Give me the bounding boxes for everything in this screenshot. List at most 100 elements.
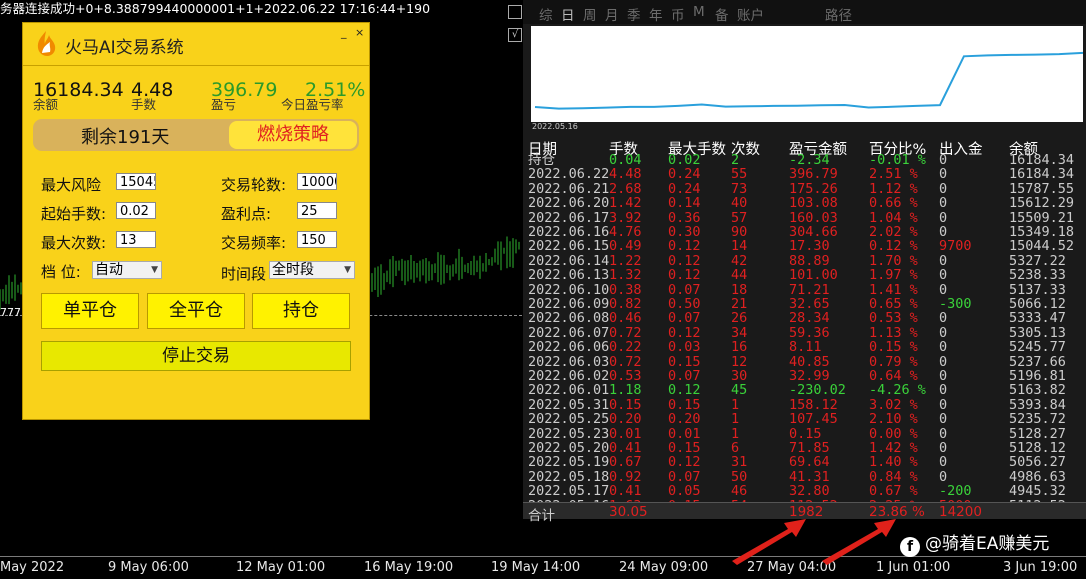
cell-max: 0.24 xyxy=(668,166,701,183)
cell-pct: 1.40 % xyxy=(869,454,918,471)
report-panel: 综 日 周 月 季 年 币 M 备 账户 路径 2022.05.16 日期 手数… xyxy=(523,0,1086,524)
strategy-button[interactable]: 燃烧策略 xyxy=(229,121,357,149)
max-times-input[interactable]: 13 xyxy=(116,231,156,248)
cell-pnl: -2.34 xyxy=(789,152,830,168)
cell-pct: 1.42 % xyxy=(869,440,918,456)
profit-rate-label: 今日盈亏率 xyxy=(281,97,344,112)
cell-times: 26 xyxy=(731,310,748,327)
tab-day[interactable]: 日 xyxy=(561,4,575,24)
cell-date: 2022.05.20 xyxy=(528,440,610,456)
cell-bal: 5235.72 xyxy=(1009,411,1066,428)
cell-io: -200 xyxy=(939,483,972,500)
cell-bal: 16184.34 xyxy=(1009,152,1075,168)
cell-date: 2022.06.02 xyxy=(528,368,610,384)
frequency-input[interactable]: 150 xyxy=(297,231,337,248)
cell-pnl: 160.03 xyxy=(789,209,838,226)
cell-bal: 15612.29 xyxy=(1009,195,1075,212)
report-row: 2022.05.18 0.92 0.07 50 41.31 0.84 % 0 4986.63 xyxy=(523,470,1086,484)
tab-account[interactable]: 账户 xyxy=(737,4,764,24)
period-select[interactable]: 全时段 ▼ xyxy=(269,261,355,279)
cell-date: 2022.05.23 xyxy=(528,425,610,442)
license-strategy-bar: 剩余191天 燃烧策略 xyxy=(33,119,359,151)
checkmark-icon[interactable]: √ xyxy=(508,28,522,42)
gear-select[interactable]: 自动 ▼ xyxy=(92,261,162,279)
cell-io: 0 xyxy=(939,267,948,284)
cell-bal: 5128.27 xyxy=(1009,425,1066,442)
cell-pct: 0.66 % xyxy=(869,195,918,212)
tab-overview[interactable]: 综 xyxy=(539,4,553,24)
cell-pct: 3.02 % xyxy=(869,396,918,413)
start-lots-input[interactable]: 0.02 xyxy=(116,202,156,219)
start-lots-label: 起始手数: xyxy=(41,205,107,223)
horse-logo-icon xyxy=(37,31,56,56)
cell-times: 30 xyxy=(731,368,748,384)
tab-week[interactable]: 周 xyxy=(583,4,597,24)
minimize-button[interactable]: _ xyxy=(341,26,347,39)
total-lots: 30.05 xyxy=(609,504,648,520)
cell-lots: 0.92 xyxy=(609,468,642,485)
cell-io: 0 xyxy=(939,252,948,269)
watermark-text: @骑着EA赚美元 xyxy=(925,534,1050,554)
cell-pnl: 32.99 xyxy=(789,368,830,384)
panel-title-bar: 火马AI交易系统 _ × xyxy=(23,23,369,66)
cell-date: 2022.06.06 xyxy=(528,339,610,356)
cell-max: 0.07 xyxy=(668,281,701,298)
report-row: 2022.05.31 0.15 0.15 1 158.12 3.02 % 0 5393.84 xyxy=(523,398,1086,412)
time-axis: May 2022 9 May 06:00 12 May 01:00 16 May… xyxy=(0,556,1086,579)
time-tick: 12 May 01:00 xyxy=(236,560,326,575)
gear-label: 档 位: xyxy=(41,263,81,281)
cell-pnl: 88.89 xyxy=(789,252,830,269)
time-tick: 16 May 19:00 xyxy=(364,560,454,575)
cell-pct: 0.53 % xyxy=(869,310,918,327)
chart-tool-icon[interactable] xyxy=(508,5,522,19)
cell-date: 2022.06.13 xyxy=(528,267,610,284)
cell-lots: 0.01 xyxy=(609,425,642,442)
time-tick: 24 May 09:00 xyxy=(619,560,709,575)
cell-lots: 0.82 xyxy=(609,296,642,312)
chevron-down-icon: ▼ xyxy=(344,265,351,275)
cell-pnl: 101.00 xyxy=(789,267,838,284)
max-risk-input[interactable]: 15045 xyxy=(116,173,156,190)
cell-lots: 0.72 xyxy=(609,353,642,370)
close-all-button[interactable]: 全平仓 xyxy=(147,293,245,329)
close-button[interactable]: × xyxy=(355,26,364,39)
cell-pct: 1.04 % xyxy=(869,209,918,226)
cell-max: 0.15 xyxy=(668,440,701,456)
cell-pnl: 175.26 xyxy=(789,180,838,197)
cell-pnl: 103.08 xyxy=(789,195,838,212)
cell-max: 0.05 xyxy=(668,483,701,500)
cell-io: 0 xyxy=(939,454,948,471)
cell-date: 2022.06.22 xyxy=(528,166,610,183)
report-row: 2022.06.13 1.32 0.12 44 101.00 1.97 % 0 5238.33 xyxy=(523,268,1086,282)
cell-date: 2022.06.21 xyxy=(528,180,610,197)
tab-quarter[interactable]: 季 xyxy=(627,4,641,24)
cell-times: 1 xyxy=(731,411,740,428)
profit-points-input[interactable]: 25 xyxy=(297,202,337,219)
tab-notes[interactable]: 备 xyxy=(715,4,729,24)
tab-currency[interactable]: 币 xyxy=(671,4,685,24)
cell-lots: 0.41 xyxy=(609,440,642,456)
close-single-button[interactable]: 单平仓 xyxy=(41,293,139,329)
report-row: 2022.06.06 0.22 0.03 16 8.11 0.15 % 0 5245.77 xyxy=(523,340,1086,354)
tab-m[interactable]: M xyxy=(693,4,705,20)
period-label: 时间段 xyxy=(221,265,267,283)
tab-year[interactable]: 年 xyxy=(649,4,663,24)
positions-button[interactable]: 持仓 xyxy=(252,293,350,329)
report-row: 2022.05.19 0.67 0.12 31 69.64 1.40 % 0 5056.27 xyxy=(523,455,1086,469)
cell-date: 2022.06.10 xyxy=(528,281,610,298)
tab-month[interactable]: 月 xyxy=(605,4,619,24)
report-row: 2022.05.17 0.41 0.05 46 32.80 0.67 % -200 4945.… xyxy=(523,484,1086,498)
profit-label: 盈亏 xyxy=(211,97,237,112)
lots-label: 手数 xyxy=(131,97,157,112)
cell-lots: 4.76 xyxy=(609,224,642,240)
report-row: 2022.06.16 4.76 0.30 90 304.66 2.02 % 0 15349.1… xyxy=(523,225,1086,239)
cell-times: 46 xyxy=(731,483,748,500)
cell-date: 2022.06.09 xyxy=(528,296,610,312)
cell-pct: 1.12 % xyxy=(869,180,918,197)
rounds-input[interactable]: 10000 xyxy=(297,173,337,190)
cell-pnl: 304.66 xyxy=(789,224,838,240)
tab-path[interactable]: 路径 xyxy=(825,4,852,24)
red-arrow-icon xyxy=(732,519,806,565)
cell-max: 0.02 xyxy=(668,152,701,168)
stop-trading-button[interactable]: 停止交易 xyxy=(41,341,351,371)
